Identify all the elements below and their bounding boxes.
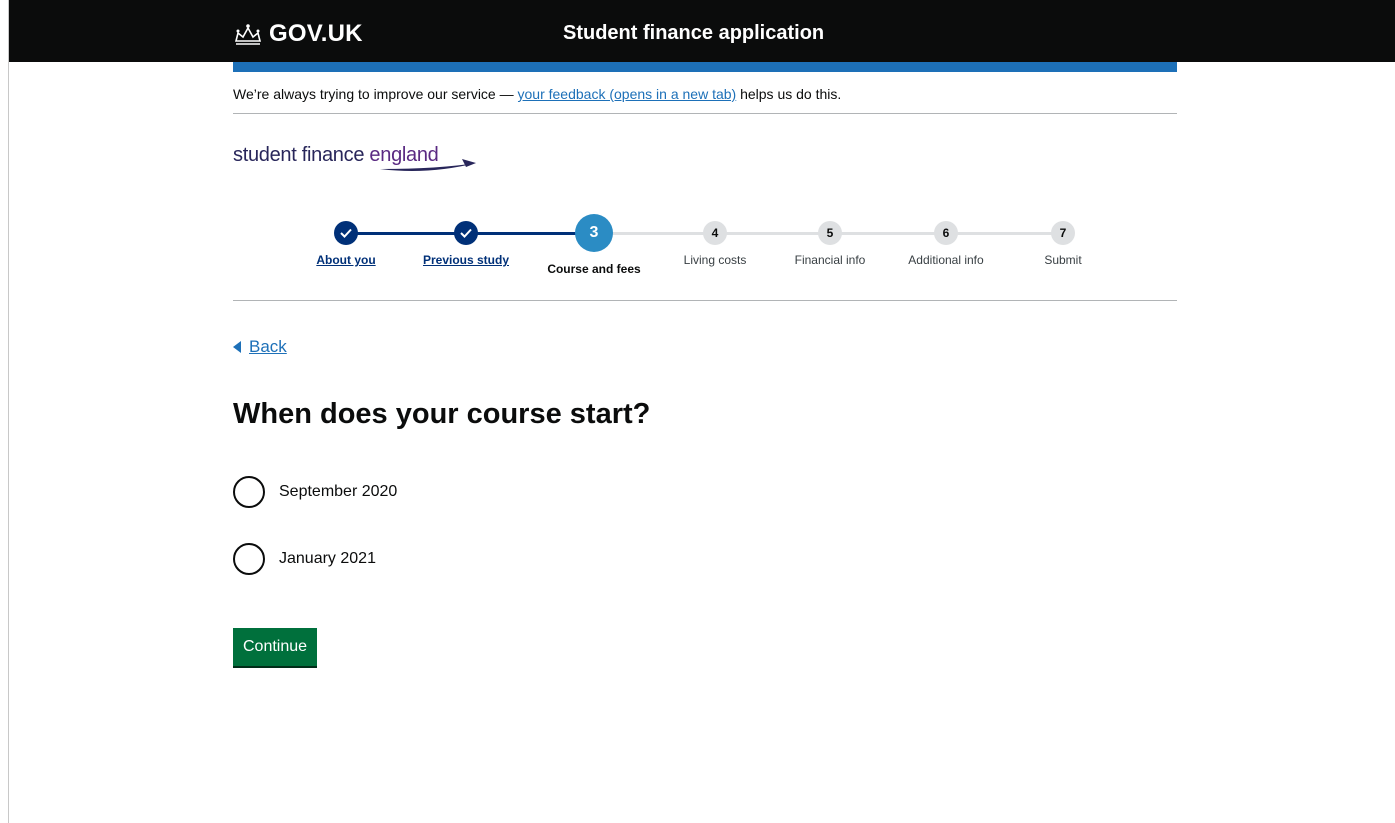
continue-button[interactable]: Continue <box>233 628 318 668</box>
radio-label: January 2021 <box>279 550 376 567</box>
back-link[interactable]: Back <box>233 337 287 357</box>
service-name[interactable]: Student finance application <box>563 22 824 45</box>
step-number: 6 <box>934 221 958 245</box>
crown-icon <box>234 24 262 45</box>
step-additional-info: 6 Additional info <box>891 212 1001 267</box>
step-number: 3 <box>575 214 613 252</box>
step-label: Course and fees <box>547 262 641 276</box>
progress-stepper: About you Previous study 3 Course and fe… <box>233 212 1177 282</box>
feedback-link[interactable]: your feedback (opens in a new tab) <box>518 86 737 102</box>
back-arrow-icon <box>233 341 241 353</box>
radio-january-2021[interactable]: January 2021 <box>233 543 376 575</box>
step-previous-study[interactable]: Previous study <box>411 212 521 267</box>
swoosh-icon <box>380 159 476 171</box>
step-label: Additional info <box>908 253 984 267</box>
step-living-costs: 4 Living costs <box>660 212 770 267</box>
back-label: Back <box>249 337 287 356</box>
step-label: Submit <box>1044 253 1082 267</box>
step-label[interactable]: About you <box>291 253 401 267</box>
check-icon <box>454 221 478 245</box>
window-border <box>0 0 9 823</box>
header-accent-bar <box>233 62 1177 72</box>
step-label: Financial info <box>794 253 866 267</box>
step-number: 5 <box>818 221 842 245</box>
check-icon <box>334 221 358 245</box>
feedback-prefix: We’re always trying to improve our servi… <box>233 86 518 102</box>
radio-label: September 2020 <box>279 483 398 500</box>
step-course-and-fees: 3 Course and fees <box>539 212 649 276</box>
feedback-suffix: helps us do this. <box>736 86 842 102</box>
step-label: Living costs <box>683 253 747 267</box>
radio-circle-icon[interactable] <box>233 543 265 575</box>
govuk-logo[interactable]: GOV.UK <box>233 20 363 48</box>
step-submit: 7 Submit <box>1008 212 1118 267</box>
step-number: 4 <box>703 221 727 245</box>
logo-text: GOV.UK <box>269 20 363 47</box>
feedback-banner: We’re always trying to improve our servi… <box>233 86 841 102</box>
radio-circle-icon[interactable] <box>233 476 265 508</box>
divider <box>233 113 1177 114</box>
step-about-you[interactable]: About you <box>291 212 401 267</box>
divider <box>233 300 1177 301</box>
step-label[interactable]: Previous study <box>411 253 521 267</box>
radio-september-2020[interactable]: September 2020 <box>233 476 397 508</box>
step-number: 7 <box>1051 221 1075 245</box>
brand-part1: student finance <box>233 144 370 166</box>
page-title: When does your course start? <box>233 398 651 430</box>
step-financial-info: 5 Financial info <box>775 212 885 267</box>
